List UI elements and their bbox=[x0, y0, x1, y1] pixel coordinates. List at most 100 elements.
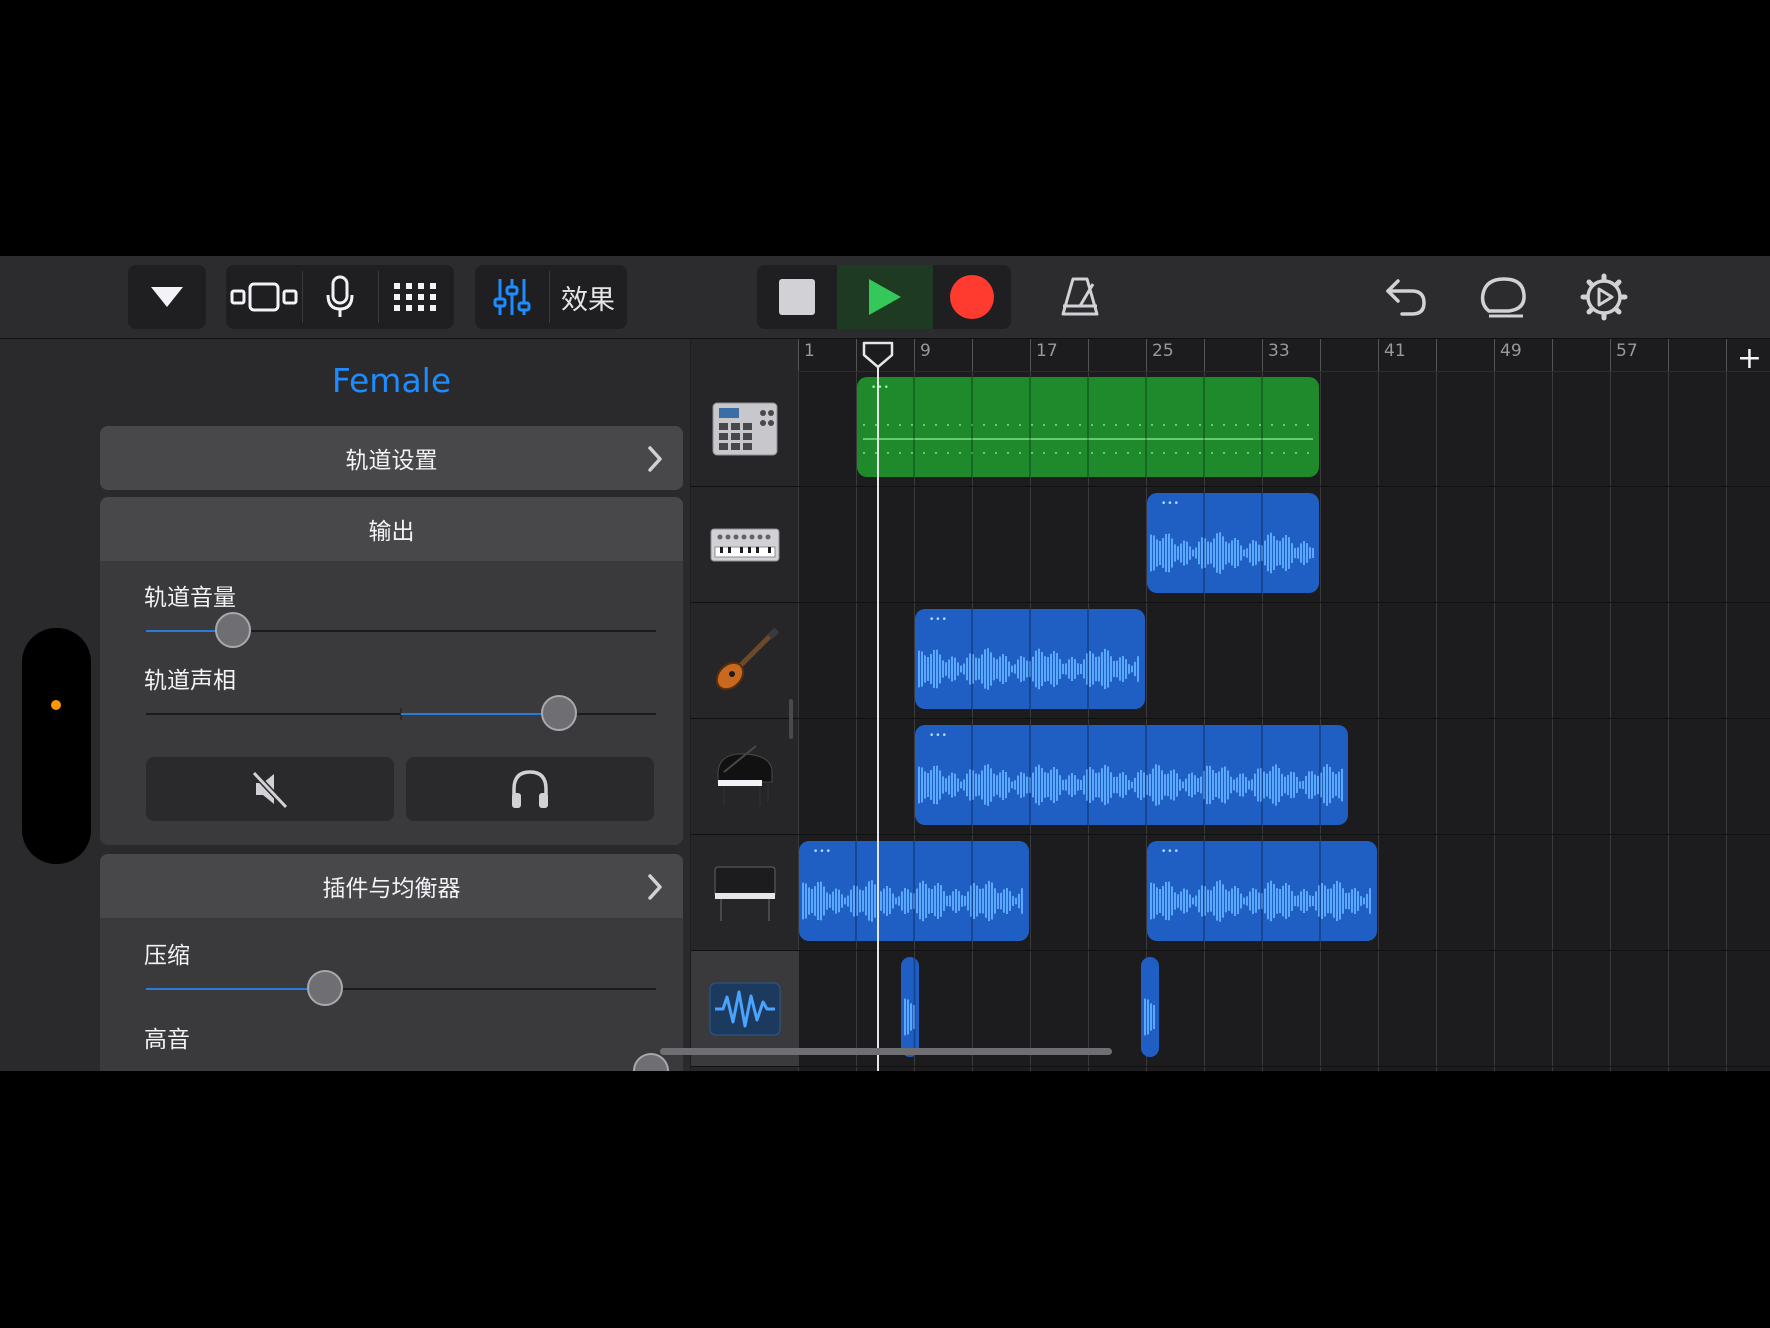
track-header-grand-piano[interactable] bbox=[691, 719, 798, 835]
plugins-panel: 插件与均衡器 压缩 高音 bbox=[100, 854, 683, 1071]
ruler-tick bbox=[914, 339, 915, 371]
garageband-window: 效果 Female 轨道设置 输出 轨道音量 轨道声相 插件与均衡器 压缩 高音… bbox=[0, 256, 1770, 1071]
mute-button[interactable] bbox=[146, 757, 394, 821]
track-region[interactable]: ••• bbox=[799, 841, 1029, 941]
metronome-button[interactable] bbox=[1040, 265, 1120, 329]
region-dots-icon: ••• bbox=[871, 383, 890, 393]
record-button[interactable] bbox=[933, 265, 1011, 329]
track-region[interactable]: ••• bbox=[915, 725, 1348, 825]
slider-knob[interactable] bbox=[214, 612, 251, 648]
bar-number: 1 bbox=[804, 341, 815, 361]
loop-browser-button[interactable] bbox=[1462, 265, 1546, 329]
track-region[interactable] bbox=[1141, 957, 1160, 1057]
playhead[interactable] bbox=[876, 347, 879, 1071]
settings-button[interactable] bbox=[1562, 265, 1646, 329]
track-name-title: Female bbox=[331, 361, 452, 400]
tracks-timeline[interactable]: + 1 9 17 25 33 41 49 57 ••• ••• ••• ••• ••• ••• bbox=[798, 339, 1770, 1071]
track-lane[interactable]: ••• ••• bbox=[798, 835, 1770, 951]
speaker-muted-icon bbox=[251, 770, 289, 809]
track-settings-row[interactable]: 轨道设置 bbox=[100, 426, 683, 490]
grid-view-button[interactable] bbox=[378, 265, 454, 329]
track-volume-slider[interactable] bbox=[146, 611, 656, 651]
output-label: 输出 bbox=[368, 519, 415, 545]
bar-ruler[interactable]: + 1 9 17 25 33 41 49 57 bbox=[798, 339, 1770, 376]
track-lane[interactable]: ••• bbox=[798, 603, 1770, 719]
track-pan-label: 轨道声相 bbox=[144, 668, 236, 694]
track-region[interactable]: ••• bbox=[1147, 493, 1319, 593]
audio-waveform bbox=[802, 841, 1023, 941]
triangle-down-icon bbox=[151, 287, 183, 307]
undo-button[interactable] bbox=[1366, 265, 1446, 329]
output-panel: 输出 轨道音量 轨道声相 bbox=[100, 497, 683, 845]
ruler-tick bbox=[798, 339, 799, 371]
plugins-eq-label: 插件与均衡器 bbox=[322, 876, 461, 902]
audio-waveform bbox=[918, 609, 1139, 709]
bar-number: 41 bbox=[1384, 341, 1406, 361]
record-icon bbox=[950, 275, 994, 319]
track-header-upright-piano[interactable] bbox=[691, 835, 798, 951]
ruler-tick bbox=[972, 339, 973, 371]
bar-number: 9 bbox=[920, 341, 931, 361]
ruler-tick bbox=[1204, 339, 1205, 371]
bar-number: 57 bbox=[1616, 341, 1638, 361]
stop-button[interactable] bbox=[757, 265, 837, 329]
audio-waveform bbox=[1150, 841, 1371, 941]
treble-label: 高音 bbox=[144, 1027, 190, 1053]
track-header-bass[interactable] bbox=[691, 603, 798, 719]
undo-icon bbox=[1386, 279, 1426, 316]
ruler-tick bbox=[1610, 339, 1611, 371]
track-lane[interactable]: ••• bbox=[798, 719, 1770, 835]
headphones-icon bbox=[512, 770, 548, 808]
bar-number: 49 bbox=[1500, 341, 1522, 361]
metronome-icon bbox=[1061, 277, 1099, 316]
ruler-tick bbox=[1552, 339, 1553, 371]
track-region[interactable] bbox=[900, 957, 919, 1057]
playhead-handle-icon[interactable] bbox=[862, 341, 894, 369]
stop-icon bbox=[779, 279, 815, 315]
compression-slider[interactable] bbox=[146, 969, 656, 1009]
solo-button[interactable] bbox=[406, 757, 654, 821]
track-lane[interactable]: ••• bbox=[798, 371, 1770, 487]
treble-slider[interactable] bbox=[146, 1052, 669, 1071]
track-pan-slider[interactable] bbox=[146, 694, 656, 734]
track-controls-button[interactable] bbox=[475, 265, 549, 329]
track-header-synth[interactable] bbox=[691, 487, 798, 603]
mixer-sliders-icon bbox=[493, 279, 531, 315]
track-lane[interactable]: ••• bbox=[798, 487, 1770, 603]
plugins-header[interactable]: 插件与均衡器 bbox=[100, 854, 683, 918]
my-songs-button[interactable] bbox=[128, 265, 206, 329]
grand-piano-icon bbox=[717, 744, 772, 806]
microphone-button[interactable] bbox=[302, 265, 378, 329]
ruler-tick bbox=[1726, 339, 1727, 371]
ruler-tick bbox=[1668, 339, 1669, 371]
toolbar: 效果 bbox=[0, 256, 1770, 339]
bar-number: 25 bbox=[1152, 341, 1174, 361]
side-handle[interactable] bbox=[22, 628, 91, 864]
midi-notes bbox=[863, 377, 1313, 477]
region-dots-icon: ••• bbox=[1161, 499, 1180, 509]
region-dots-icon: ••• bbox=[813, 847, 832, 857]
audio-recorder-icon bbox=[709, 982, 780, 1035]
effects-button[interactable]: 效果 bbox=[549, 265, 627, 329]
transport-group bbox=[757, 265, 1011, 329]
ruler-tick bbox=[1030, 339, 1031, 371]
track-region[interactable]: ••• bbox=[915, 609, 1145, 709]
region-dots-icon: ••• bbox=[929, 615, 948, 625]
track-region[interactable]: ••• bbox=[1147, 841, 1377, 941]
track-header-drum-machine[interactable] bbox=[691, 371, 798, 487]
slider-knob[interactable] bbox=[632, 1053, 669, 1071]
tracks-view-button[interactable] bbox=[226, 265, 302, 329]
compression-label: 压缩 bbox=[144, 943, 190, 969]
slider-knob[interactable] bbox=[306, 970, 343, 1006]
play-icon bbox=[869, 279, 901, 315]
slider-fill bbox=[146, 988, 325, 990]
track-region[interactable]: ••• bbox=[857, 377, 1319, 477]
ruler-tick bbox=[1320, 339, 1321, 371]
bar-number: 17 bbox=[1036, 341, 1058, 361]
horizontal-scrollbar[interactable] bbox=[660, 1048, 1112, 1055]
region-dots-icon: ••• bbox=[1161, 847, 1180, 857]
effects-label: 效果 bbox=[561, 284, 615, 316]
slider-knob[interactable] bbox=[541, 695, 578, 731]
play-button[interactable] bbox=[837, 265, 933, 329]
ruler-tick bbox=[1088, 339, 1089, 371]
